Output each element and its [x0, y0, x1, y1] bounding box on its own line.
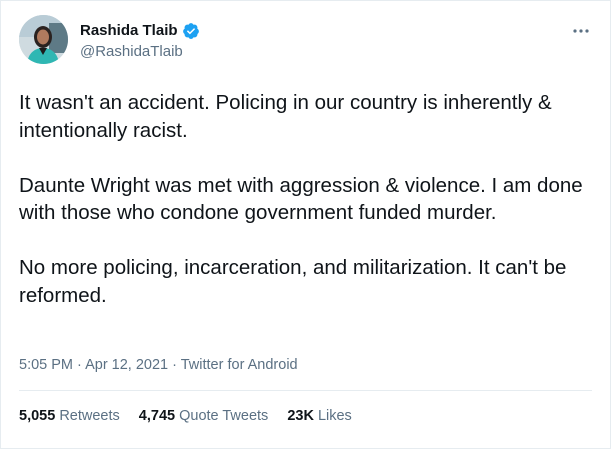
author-name-row: Rashida Tlaib — [80, 21, 200, 41]
avatar[interactable] — [19, 15, 68, 64]
meta-separator: · — [168, 357, 181, 373]
tweet-text: It wasn't an accident. Policing in our c… — [19, 89, 594, 309]
tweet-timestamp[interactable]: 5:05 PM · Apr 12, 2021 — [19, 357, 168, 373]
likes-stat[interactable]: 23K Likes — [287, 406, 352, 426]
author-handle[interactable]: @RashidaTlaib — [80, 42, 200, 62]
tweet-paragraph: It wasn't an accident. Policing in our c… — [19, 91, 552, 142]
likes-label: Likes — [317, 408, 352, 424]
tweet-stats: 5,055 Retweets 4,745 Quote Tweets 23K Li… — [19, 406, 371, 426]
tweet-source[interactable]: Twitter for Android — [181, 357, 298, 373]
tweet-card: Rashida Tlaib @RashidaTlaib It wasn't an… — [0, 0, 611, 449]
more-options-icon[interactable] — [570, 21, 592, 41]
tweet-header: Rashida Tlaib @RashidaTlaib — [19, 15, 592, 71]
author-display-name[interactable]: Rashida Tlaib — [80, 21, 178, 41]
retweets-count: 5,055 — [19, 408, 56, 424]
retweets-label: Retweets — [59, 408, 120, 424]
avatar-image — [19, 15, 68, 64]
author-block: Rashida Tlaib @RashidaTlaib — [80, 21, 200, 62]
retweets-stat[interactable]: 5,055 Retweets — [19, 406, 120, 426]
tweet-paragraph: Daunte Wright was met with aggression & … — [19, 173, 583, 225]
likes-count: 23K — [287, 408, 314, 424]
divider — [19, 390, 592, 391]
verified-badge-icon — [182, 22, 200, 40]
tweet-metadata: 5:05 PM · Apr 12, 2021 · Twitter for And… — [19, 355, 298, 375]
tweet-paragraph: No more policing, incarceration, and mil… — [19, 256, 567, 307]
quote-tweets-count: 4,745 — [138, 408, 176, 424]
quote-tweets-stat[interactable]: 4,745 Quote Tweets — [139, 406, 269, 426]
quote-tweets-label: Quote Tweets — [179, 408, 269, 424]
